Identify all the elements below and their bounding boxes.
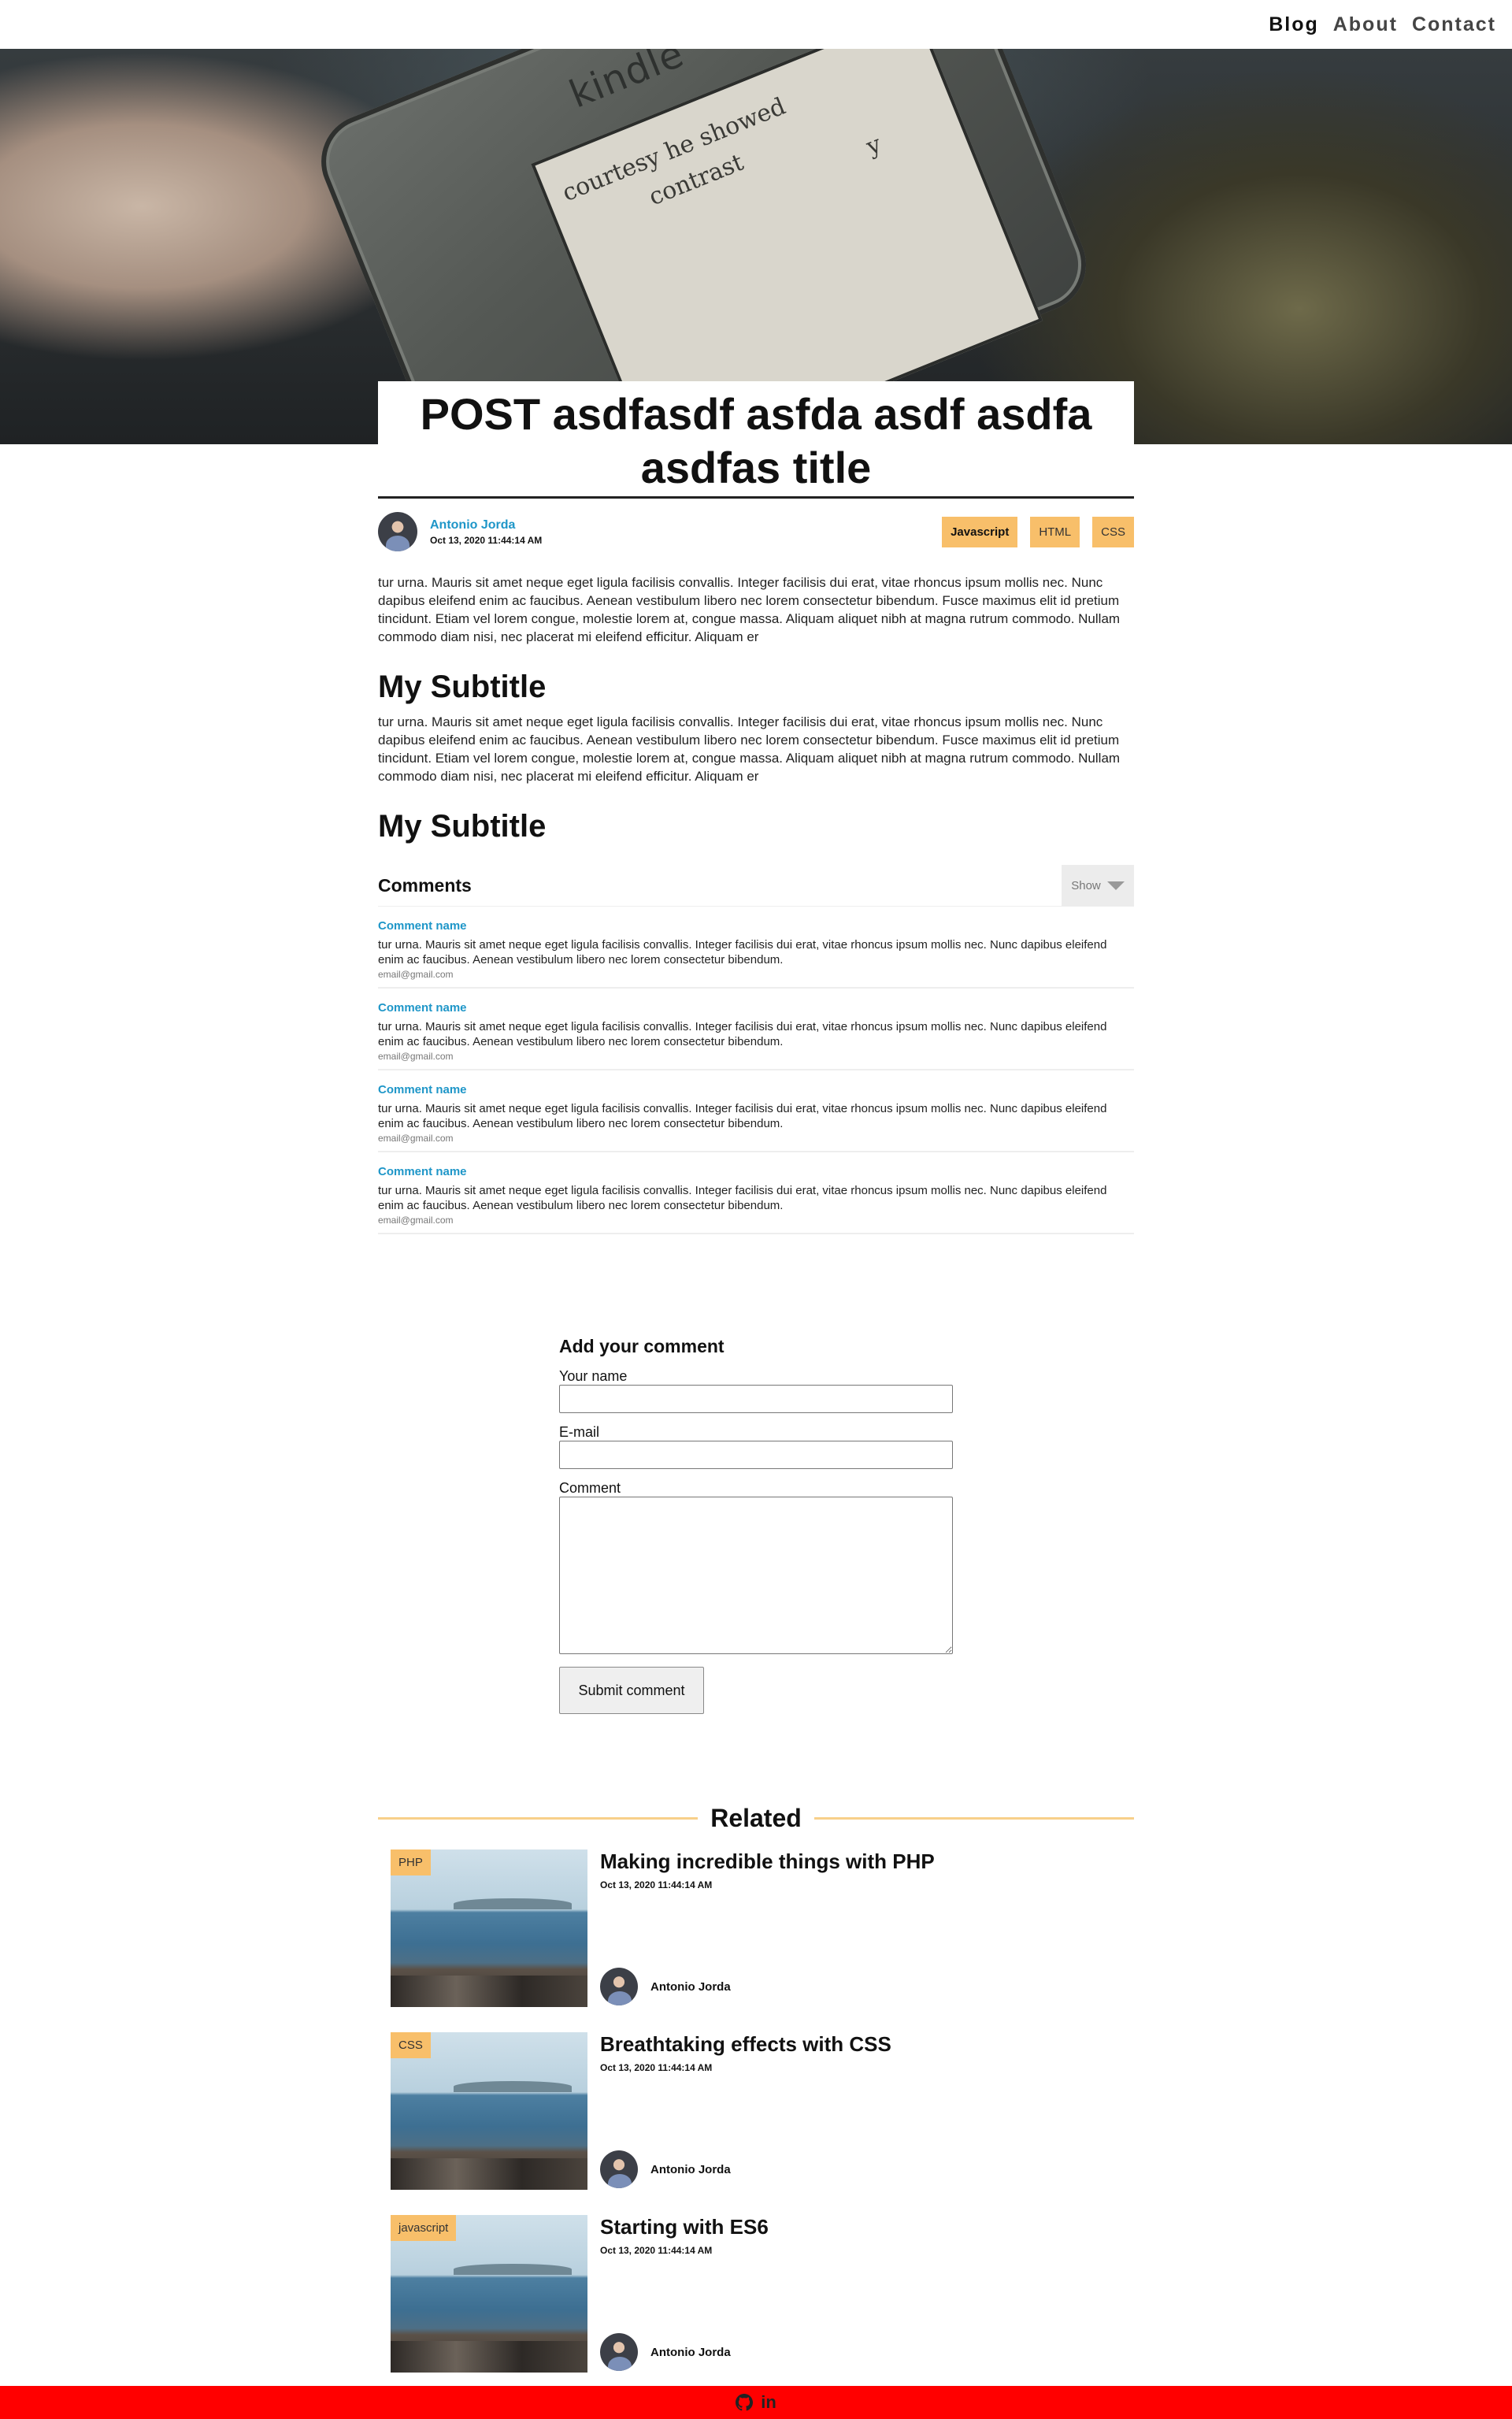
comments-list: Comment name tur urna. Mauris sit amet n… xyxy=(378,906,1134,1234)
show-label: Show xyxy=(1071,878,1101,892)
post-subtitle: My Subtitle xyxy=(378,809,547,844)
comment-text: tur urna. Mauris sit amet neque eget lig… xyxy=(378,1020,1107,1048)
author-name[interactable]: Antonio Jorda xyxy=(430,518,542,532)
category-badge: javascript xyxy=(391,2215,457,2241)
related-header: Related xyxy=(378,1801,1134,1835)
related-date: Oct 13, 2020 11:44:14 AM xyxy=(600,1879,713,1890)
related-thumbnail: javascript xyxy=(391,2215,587,2373)
related-author-name: Antonio Jorda xyxy=(650,1979,731,1994)
form-heading: Add your comment xyxy=(559,1336,724,1356)
avatar xyxy=(378,512,417,551)
screen-line: y xyxy=(862,130,886,161)
category-badge: CSS xyxy=(391,2032,431,2058)
email-field[interactable] xyxy=(559,1441,953,1469)
linkedin-icon[interactable]: in xyxy=(761,2394,776,2411)
post-meta: Antonio Jorda Oct 13, 2020 11:44:14 AM J… xyxy=(378,512,1134,551)
post-date: Oct 13, 2020 11:44:14 AM xyxy=(430,534,543,546)
post-paragraph: tur urna. Mauris sit amet neque eget lig… xyxy=(378,575,1121,644)
name-field[interactable] xyxy=(559,1385,953,1413)
email-label: E-mail xyxy=(559,1424,600,1440)
comment-item: Comment name tur urna. Mauris sit amet n… xyxy=(378,1152,1134,1234)
related-author: Antonio Jorda xyxy=(600,2150,731,2188)
caret-down-icon xyxy=(1106,881,1125,890)
comment-item: Comment name tur urna. Mauris sit amet n… xyxy=(378,907,1134,989)
related-heading: Related xyxy=(710,1803,802,1832)
related-thumbnail: CSS xyxy=(391,2032,587,2190)
related-date: Oct 13, 2020 11:44:14 AM xyxy=(600,2062,713,2073)
comment-email: email@gmail.com xyxy=(378,1215,454,1226)
related-author-name: Antonio Jorda xyxy=(650,2345,731,2359)
tag-javascript[interactable]: Javascript xyxy=(942,516,1018,547)
related-card[interactable]: PHP Making incredible things with PHP Oc… xyxy=(391,1849,1115,2007)
comments-header: Comments Show xyxy=(378,865,1134,906)
avatar xyxy=(600,2150,638,2188)
comment-text: tur urna. Mauris sit amet neque eget lig… xyxy=(378,938,1107,966)
nav-contact[interactable]: Contact xyxy=(1412,13,1496,36)
comment-item: Comment name tur urna. Mauris sit amet n… xyxy=(378,989,1134,1070)
post-title: POST asdfasdf asfda asdf asdfa asdfas ti… xyxy=(420,389,1092,492)
related-date: Oct 13, 2020 11:44:14 AM xyxy=(600,2245,713,2256)
author-block: Antonio Jorda Oct 13, 2020 11:44:14 AM xyxy=(430,518,542,546)
comment-item: Comment name tur urna. Mauris sit amet n… xyxy=(378,1070,1134,1152)
avatar xyxy=(600,2333,638,2371)
comment-name: Comment name xyxy=(378,1165,467,1178)
tag-html[interactable]: HTML xyxy=(1030,516,1080,547)
post-paragraph: tur urna. Mauris sit amet neque eget lig… xyxy=(378,714,1121,784)
post-subtitle: My Subtitle xyxy=(378,670,547,704)
divider xyxy=(813,1816,1134,1820)
footer: in xyxy=(0,2386,1512,2419)
related-title[interactable]: Breathtaking effects with CSS xyxy=(600,2032,891,2057)
avatar xyxy=(600,1968,638,2005)
comment-email: email@gmail.com xyxy=(378,969,454,980)
tag-css[interactable]: CSS xyxy=(1092,516,1134,547)
show-comments-button[interactable]: Show xyxy=(1062,865,1134,906)
comment-form: Add your comment Your name E-mail Commen… xyxy=(559,1336,953,1714)
category-badge: PHP xyxy=(391,1849,431,1875)
top-nav: Blog About Contact xyxy=(0,0,1512,49)
related-author: Antonio Jorda xyxy=(600,2333,731,2371)
comment-name: Comment name xyxy=(378,919,467,933)
related-card[interactable]: CSS Breathtaking effects with CSS Oct 13… xyxy=(391,2032,1115,2190)
name-label: Your name xyxy=(559,1368,628,1384)
comment-label: Comment xyxy=(559,1480,621,1496)
comment-text: tur urna. Mauris sit amet neque eget lig… xyxy=(378,1102,1107,1130)
post-content: Antonio Jorda Oct 13, 2020 11:44:14 AM J… xyxy=(378,512,1134,2373)
comment-textarea[interactable] xyxy=(559,1497,953,1654)
tag-list: Javascript HTML CSS xyxy=(942,516,1134,547)
related-title[interactable]: Making incredible things with PHP xyxy=(600,1849,935,1874)
divider xyxy=(378,1816,699,1820)
comment-text: tur urna. Mauris sit amet neque eget lig… xyxy=(378,1184,1107,1212)
post-title-box: POST asdfasdf asfda asdf asdfa asdfas ti… xyxy=(378,381,1134,499)
github-icon[interactable] xyxy=(736,2394,754,2411)
related-title[interactable]: Starting with ES6 xyxy=(600,2215,769,2239)
comment-name: Comment name xyxy=(378,1001,467,1015)
related-author-name: Antonio Jorda xyxy=(650,2162,731,2176)
related-thumbnail: PHP xyxy=(391,1849,587,2007)
related-card[interactable]: javascript Starting with ES6 Oct 13, 202… xyxy=(391,2215,1115,2373)
submit-comment-button[interactable]: Submit comment xyxy=(559,1667,704,1714)
related-author: Antonio Jorda xyxy=(600,1968,731,2005)
nav-blog[interactable]: Blog xyxy=(1269,13,1319,36)
nav-about[interactable]: About xyxy=(1333,13,1398,36)
comment-email: email@gmail.com xyxy=(378,1051,454,1062)
comments-heading: Comments xyxy=(378,874,472,896)
comment-name: Comment name xyxy=(378,1083,467,1096)
comment-email: email@gmail.com xyxy=(378,1133,454,1144)
